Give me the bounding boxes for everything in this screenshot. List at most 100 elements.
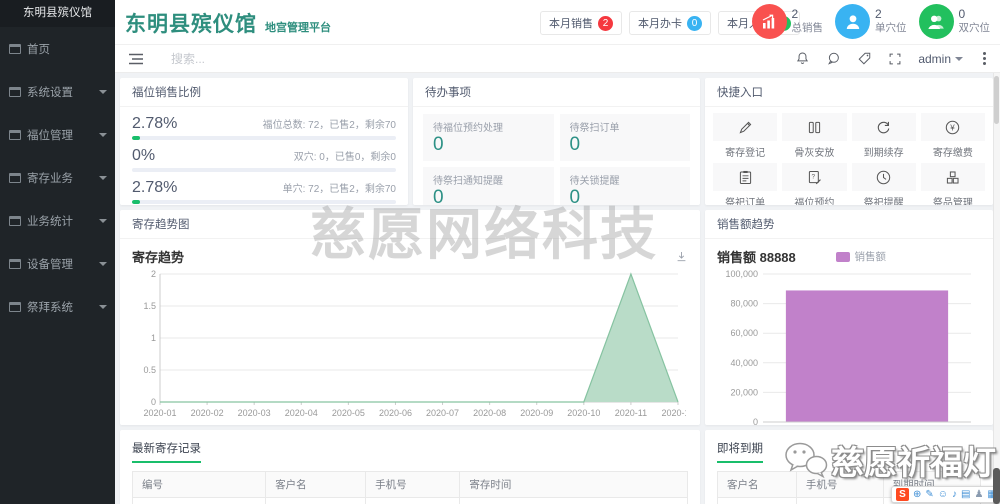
grid-icon [9,129,21,140]
svg-text:0.5: 0.5 [143,365,156,375]
card-todo: 待办事项 待福位预约处理 0 待祭扫订单 0 待祭扫通知提醒 0 待关锁提醒 0 [413,78,700,205]
scrollbar-thumb[interactable] [994,76,999,124]
secondary-toolbar: admin [115,45,1000,73]
sidebar-item-home[interactable]: 首页 [0,27,115,70]
chevron-down-icon [99,132,107,137]
scrollbar-track[interactable] [993,73,1000,504]
badge-count: 0 [687,15,702,31]
download-icon[interactable] [675,250,688,263]
stat-value: 2 [875,7,882,22]
stat-label: 双穴位 [958,22,991,35]
quick-label: 到期续存 [863,148,904,159]
todo-label: 待福位预约处理 [433,123,503,134]
column-header: 客户名 [717,471,797,498]
quick-worship-orders[interactable]: 祭祀订单 [713,163,778,205]
card-title: 待办事项 [413,78,700,107]
chevron-down-icon [955,56,963,61]
svg-text:100,000: 100,000 [725,269,758,279]
sidebar: 东明县殡仪馆 首页 系统设置 福位管理 寄存业务 业务统计 设备管理 祭拜系统 [0,0,115,504]
fullscreen-icon[interactable] [888,52,902,66]
brand: 东明县殡仪馆 地宫管理平台 [125,8,331,38]
svg-text:2020-06: 2020-06 [379,408,412,418]
chevron-down-icon [99,261,107,266]
svg-text:2020-04: 2020-04 [285,408,318,418]
username: admin [918,51,951,66]
progress-bar [132,136,396,140]
badge-count: 2 [598,15,613,31]
grid-icon [9,215,21,226]
quick-worship-reminder[interactable]: 祭祀提醒 [851,163,916,205]
ratio-desc: 福位总数: 72，已售2，剩余70 [262,120,396,131]
sidebar-item-business-stats[interactable]: 业务统计 [0,199,115,242]
grid-icon [9,258,21,269]
ime-icon[interactable]: ⊕ [913,489,921,500]
ratio-desc: 单穴: 72，已售2，剩余70 [282,184,396,195]
sidebar-item-label: 设备管理 [27,258,73,271]
card-deposit-trend: 寄存趋势图 寄存趋势 0 0.5 1 1.5 2 2020-01 2020-02 2020-0… [120,210,700,425]
todo-lock-reminders[interactable]: 待关锁提醒 0 [559,166,690,205]
svg-text:2020-01: 2020-01 [143,408,176,418]
cell-record-id: REG-18642020114144615 [131,497,267,504]
sidebar-item-device-management[interactable]: 设备管理 [0,242,115,285]
todo-slot-reservations[interactable]: 待福位预约处理 0 [423,114,554,161]
message-icon[interactable] [826,51,841,66]
progress-bar [132,200,396,204]
badge-label: 本月销售 [549,18,593,30]
quick-storage-register[interactable]: 寄存登记 [713,113,778,159]
svg-text:1: 1 [151,333,156,343]
chevron-down-icon [99,218,107,223]
svg-text:?: ? [811,173,815,180]
sogou-logo-icon[interactable]: S [896,488,909,501]
ime-icon[interactable]: ♟ [974,489,983,500]
sidebar-item-slot-management[interactable]: 福位管理 [0,113,115,156]
ime-icon[interactable]: ♪ [952,489,957,500]
quick-label: 祭祀提醒 [863,198,904,205]
ime-icon[interactable]: ☺ [938,489,948,500]
ime-icon[interactable]: ▤ [961,489,970,500]
quick-ashes-placement[interactable]: 骨灰安放 [782,113,847,159]
chart-icon [751,4,787,39]
quick-storage-payment[interactable]: ¥ 寄存缴费 [920,113,985,159]
cell-phone [795,497,884,504]
sidebar-item-label: 福位管理 [27,129,73,142]
quick-renew-storage[interactable]: 到期续存 [851,113,916,159]
more-options-icon[interactable] [983,57,986,60]
svg-text:40,000: 40,000 [730,358,758,368]
user-menu[interactable]: admin [918,52,963,66]
bell-icon[interactable] [795,51,810,66]
quick-offerings-management[interactable]: 祭品管理 [920,163,985,205]
ratio-percent: 2.78% [132,179,178,196]
collapse-menu-icon[interactable] [129,53,143,65]
tag-icon[interactable] [857,51,872,66]
ime-icon[interactable]: ✎ [925,489,933,500]
main-area: 东明县殡仪馆 地宫管理平台 本月销售 2 本月办卡 0 本月入住 0 [115,0,1000,504]
progress-bar [132,168,396,172]
badge-month-cards[interactable]: 本月办卡 0 [629,11,711,35]
tab-latest-records[interactable]: 最新寄存记录 [132,440,201,463]
ratio-row-single: 2.78% 单穴: 72，已售2，剩余70 [132,179,396,204]
sidebar-item-storage-business[interactable]: 寄存业务 [0,156,115,199]
chart-legend[interactable]: 销售额 [835,249,887,264]
quick-label: 福位预约 [794,198,835,205]
sidebar-item-system-settings[interactable]: 系统设置 [0,70,115,113]
sidebar-item-worship-system[interactable]: 祭拜系统 [0,285,115,328]
card-title: 寄存趋势图 [120,210,700,239]
cell-phone [365,497,461,504]
quick-slot-reservation[interactable]: ? 福位预约 [782,163,847,205]
badge-label: 本月办卡 [638,18,682,30]
card-title: 快捷入口 [705,78,993,107]
content: 福位销售比例 2.78% 福位总数: 72，已售2，剩余70 0% 双穴: 0，… [115,73,1000,504]
legend-label: 销售额 [854,251,887,263]
quick-label: 寄存登记 [725,148,766,159]
search-input[interactable] [171,51,351,66]
badge-month-sales[interactable]: 本月销售 2 [540,11,622,35]
tab-expiring[interactable]: 即将到期 [717,440,763,463]
ime-toolbar[interactable]: S ⊕ ✎ ☺ ♪ ▤ ♟ ▦ [891,486,1000,503]
quick-label: 骨灰安放 [794,148,835,159]
svg-text:¥: ¥ [950,123,956,132]
todo-sweep-notices[interactable]: 待祭扫通知提醒 0 [423,166,554,205]
table-row: REG-18642020114144615 哈吉斯 2020-11-14 14:… [131,497,688,504]
todo-sweep-orders[interactable]: 待祭扫订单 0 [559,114,690,161]
scrollbar-thumb[interactable] [993,468,1000,504]
person-icon [835,4,870,39]
